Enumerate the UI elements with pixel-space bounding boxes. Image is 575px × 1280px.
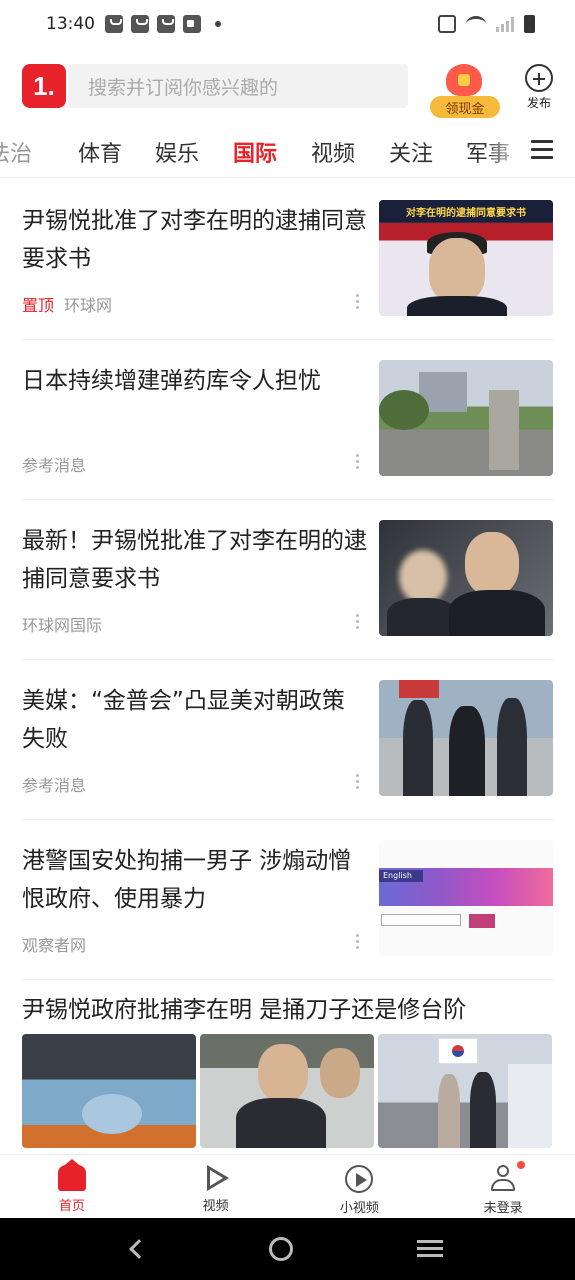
- app-logo[interactable]: 1.: [22, 64, 66, 108]
- status-bar: 13:40: [0, 0, 575, 48]
- news-title: 尹锡悦政府批捕李在明 是捅刀子还是修台阶: [22, 997, 467, 1023]
- nav-profile[interactable]: 未登录: [431, 1155, 575, 1218]
- more-options-icon[interactable]: [356, 454, 359, 470]
- status-time: 13:40: [46, 14, 95, 34]
- nav-video[interactable]: 视频: [144, 1155, 288, 1218]
- play-icon: [203, 1165, 229, 1191]
- app-header: 1. 搜索并订阅你感兴趣的 领现金 发布: [0, 60, 575, 118]
- notification-dot: [517, 1161, 526, 1169]
- thumbnail-caption: English: [379, 870, 423, 882]
- home-icon: [57, 1159, 86, 1191]
- gallery-image: [22, 1034, 196, 1148]
- nav-label: 视频: [202, 1199, 229, 1214]
- pinned-badge: 置顶: [22, 296, 55, 315]
- channel-tabs: 法治 体育 娱乐 国际 视频 关注 军事: [0, 122, 575, 178]
- nav-short-video[interactable]: 小视频: [288, 1155, 432, 1218]
- more-options-icon[interactable]: [356, 294, 359, 310]
- news-title: 最新！尹锡悦批准了对李在明的逮捕同意要求书: [22, 528, 367, 592]
- nav-label: 首页: [58, 1199, 85, 1214]
- news-item[interactable]: 尹锡悦批准了对李在明的逮捕同意要求书 置顶 环球网 对李在明的逮捕同意要求书: [22, 180, 553, 340]
- more-options-icon[interactable]: [356, 614, 359, 630]
- video-notification-icon: [183, 15, 201, 33]
- signal-icon: [496, 16, 514, 32]
- notification-icon: [131, 15, 149, 33]
- red-envelope-icon: [446, 64, 482, 96]
- cash-reward-label: 领现金: [430, 96, 500, 118]
- user-icon: [489, 1161, 526, 1193]
- news-thumbnail: 对李在明的逮捕同意要求书: [379, 200, 553, 316]
- wifi-icon: [466, 16, 486, 32]
- news-source: 参考消息: [22, 456, 87, 475]
- tab-international[interactable]: 国际: [233, 136, 277, 168]
- circle-play-icon: [345, 1165, 374, 1193]
- search-placeholder: 搜索并订阅你感兴趣的: [88, 76, 279, 99]
- tab-video[interactable]: 视频: [311, 136, 355, 168]
- nav-label: 未登录: [483, 1201, 523, 1216]
- back-icon[interactable]: [128, 1239, 149, 1259]
- news-item[interactable]: 美媒：“金普会”凸显美对朝政策失败 参考消息: [22, 660, 553, 820]
- recent-apps-icon[interactable]: [417, 1240, 444, 1258]
- news-item-gallery[interactable]: 尹锡悦政府批捕李在明 是捅刀子还是修台阶: [22, 980, 553, 1156]
- news-title: 港警国安处拘捕一男子 涉煽动憎恨政府、使用暴力: [22, 848, 352, 912]
- news-feed: 尹锡悦批准了对李在明的逮捕同意要求书 置顶 环球网 对李在明的逮捕同意要求书 日…: [0, 180, 575, 1156]
- news-meta: 观察者网: [22, 932, 86, 956]
- notification-icon: [157, 15, 175, 33]
- cash-reward-button[interactable]: 领现金: [430, 64, 500, 118]
- gallery-image: [378, 1034, 552, 1148]
- vibrate-icon: [438, 15, 456, 33]
- thumbnail-caption: 对李在明的逮捕同意要求书: [379, 200, 553, 222]
- publish-button[interactable]: 发布: [520, 64, 558, 111]
- more-options-icon[interactable]: [356, 774, 359, 790]
- news-item[interactable]: 最新！尹锡悦批准了对李在明的逮捕同意要求书 环球网国际: [22, 500, 553, 660]
- gallery-image: [200, 1034, 374, 1148]
- tab-law[interactable]: 法治: [0, 136, 32, 168]
- nav-label: 小视频: [339, 1201, 379, 1216]
- tab-entertainment[interactable]: 娱乐: [155, 136, 199, 168]
- tabs-fade: [485, 122, 525, 177]
- news-thumbnail: [379, 360, 553, 476]
- news-source: 环球网国际: [22, 616, 103, 635]
- plus-icon: [525, 64, 553, 92]
- news-thumbnail: [379, 520, 553, 636]
- tab-following[interactable]: 关注: [389, 136, 433, 168]
- search-input[interactable]: 搜索并订阅你感兴趣的: [68, 64, 408, 108]
- nav-home[interactable]: 首页: [0, 1155, 144, 1218]
- news-title: 尹锡悦批准了对李在明的逮捕同意要求书: [22, 208, 367, 272]
- publish-label: 发布: [526, 96, 551, 110]
- news-meta: 参考消息: [22, 772, 86, 796]
- more-notifications-icon: [215, 21, 221, 27]
- news-meta: 环球网国际: [22, 612, 102, 636]
- tab-sports[interactable]: 体育: [78, 136, 122, 168]
- news-source: 观察者网: [22, 936, 87, 955]
- news-meta: 置顶 环球网: [22, 292, 112, 316]
- news-source: 参考消息: [22, 776, 87, 795]
- news-source: 环球网: [64, 296, 113, 315]
- news-item[interactable]: 日本持续增建弹药库令人担忧 参考消息: [22, 340, 553, 500]
- news-meta: 参考消息: [22, 452, 86, 476]
- news-thumbnail: [379, 680, 553, 796]
- news-title: 美媒：“金普会”凸显美对朝政策失败: [22, 688, 345, 752]
- gallery-images: [22, 1034, 553, 1148]
- notification-icon: [105, 15, 123, 33]
- system-navigation-bar: [0, 1218, 575, 1280]
- battery-icon: [524, 15, 535, 33]
- news-title: 日本持续增建弹药库令人担忧: [22, 368, 321, 394]
- news-thumbnail: English: [379, 840, 553, 956]
- channel-menu-icon[interactable]: [531, 140, 553, 160]
- news-item[interactable]: 港警国安处拘捕一男子 涉煽动憎恨政府、使用暴力 观察者网 English: [22, 820, 553, 980]
- bottom-navigation: 首页 视频 小视频 未登录: [0, 1154, 575, 1218]
- home-circle-icon[interactable]: [269, 1237, 294, 1261]
- more-options-icon[interactable]: [356, 934, 359, 950]
